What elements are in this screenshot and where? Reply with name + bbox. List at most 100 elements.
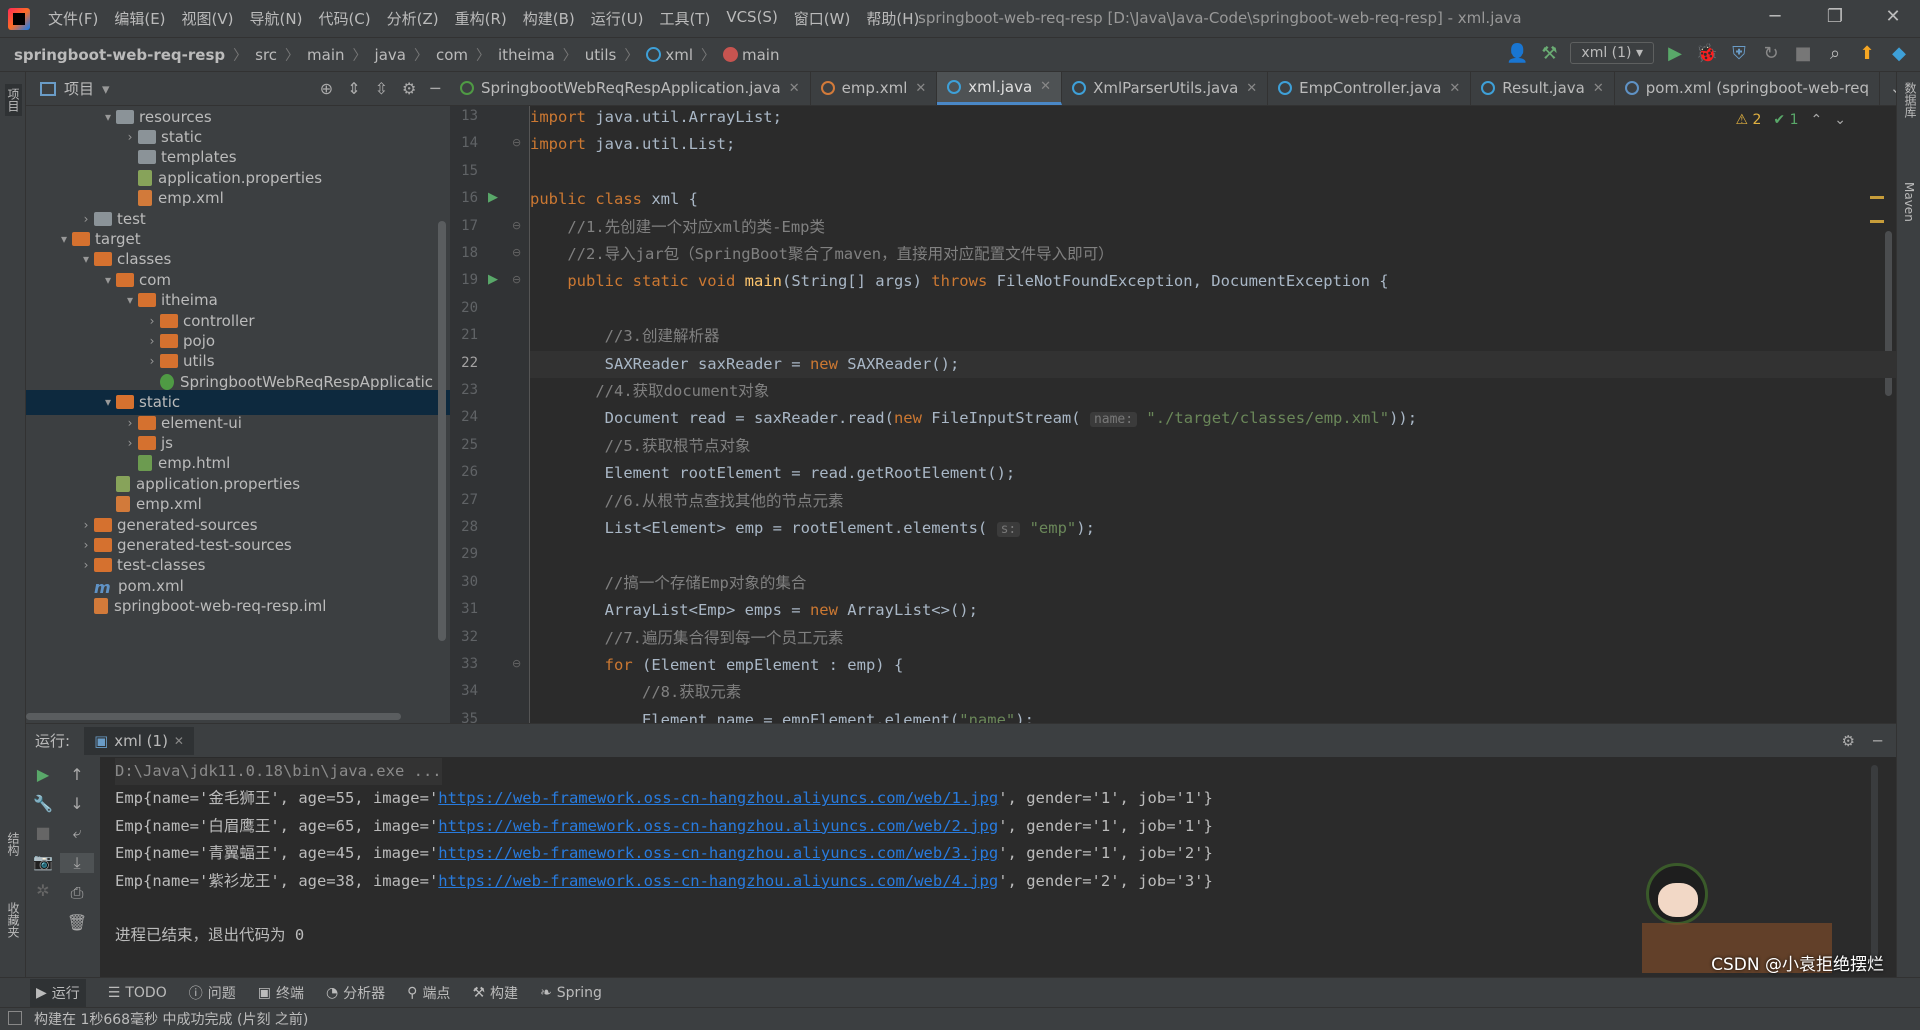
console-link[interactable]: https://web-framework.oss-cn-hangzhou.al… [438, 817, 998, 835]
locate-icon[interactable]: ⊕ [320, 79, 333, 98]
soft-wrap-icon[interactable]: ⤶ [60, 823, 94, 843]
menu-item[interactable]: 代码(C) [310, 8, 378, 29]
editor-tab[interactable]: emp.xml ✕ [811, 72, 938, 105]
bottom-tab-spring[interactable]: ❧ Spring [540, 985, 602, 1001]
fold-marker-icon[interactable]: ⊖ [512, 136, 521, 149]
warning-stripe-mark[interactable] [1870, 220, 1884, 223]
menu-item[interactable]: 视图(V) [174, 8, 242, 29]
close-icon[interactable]: ✕ [1878, 6, 1908, 27]
tree-node[interactable]: springboot-web-req-resp.iml [78, 594, 326, 619]
stop-icon[interactable]: ■ [1792, 42, 1814, 64]
chevron-down-icon[interactable]: ▾ [100, 110, 116, 124]
update-icon[interactable]: ⬆ [1856, 42, 1878, 64]
debug-icon[interactable]: 🐞 [1696, 42, 1718, 64]
editor-tab[interactable]: SpringbootWebReqRespApplication.java ✕ [450, 72, 811, 105]
menu-item[interactable]: 构建(B) [515, 8, 583, 29]
menu-item[interactable]: 窗口(W) [786, 8, 859, 29]
menu-item[interactable]: 工具(T) [651, 8, 718, 29]
chevron-right-icon[interactable]: › [122, 130, 138, 144]
breadcrumb-item[interactable]: java [375, 46, 406, 64]
chevron-down-icon[interactable]: ▾ [100, 273, 116, 287]
chevron-down-icon[interactable]: ▾ [78, 252, 94, 266]
warning-indicator[interactable]: ⚠ 2 [1735, 112, 1761, 128]
close-tab-icon[interactable]: ✕ [915, 81, 926, 96]
scroll-to-end-icon[interactable]: ⤓ [60, 853, 94, 873]
chevron-right-icon[interactable]: › [144, 314, 160, 328]
breadcrumb-item[interactable]: springboot-web-req-resp [14, 46, 225, 64]
chevron-down-icon[interactable]: ▾ [56, 232, 72, 246]
print-icon[interactable]: ⎙ [60, 883, 94, 903]
structure-tool-button[interactable]: 结构 [5, 832, 22, 856]
breadcrumb-item[interactable]: xml [646, 46, 693, 64]
close-tab-icon[interactable]: ✕ [1246, 81, 1257, 96]
fold-marker-icon[interactable]: ⊖ [512, 657, 521, 670]
gear-icon[interactable]: ⚙ [402, 79, 416, 98]
chevron-right-icon[interactable]: › [122, 436, 138, 450]
console-scrollbar[interactable] [1871, 765, 1878, 965]
plugin-icon[interactable]: ◆ [1888, 42, 1910, 64]
menu-item[interactable]: 运行(U) [583, 8, 652, 29]
trash-icon[interactable]: 🗑 [60, 913, 94, 932]
code-editor[interactable]: ⚠ 2 ✔ 1 ⌃ ⌄ import java.util.ArrayList; i… [530, 106, 1896, 723]
fold-marker-icon[interactable]: ⊖ [512, 273, 521, 286]
editor-tab[interactable]: EmpController.java ✕ [1268, 72, 1472, 105]
project-tool-button[interactable]: 项目 [5, 84, 22, 116]
close-tab-icon[interactable]: ✕ [174, 734, 184, 748]
console-link[interactable]: https://web-framework.oss-cn-hangzhou.al… [438, 844, 998, 862]
menu-item[interactable]: VCS(S) [718, 8, 785, 29]
breadcrumb-item[interactable]: utils [585, 46, 617, 64]
ok-indicator[interactable]: ✔ 1 [1773, 112, 1798, 128]
hide-icon[interactable]: ─ [430, 79, 440, 98]
run-gutter-icon[interactable]: ▶ [488, 272, 498, 287]
editor-tab[interactable]: Result.java ✕ [1471, 72, 1615, 105]
chevron-down-icon[interactable]: ▾ [100, 395, 116, 409]
close-tab-icon[interactable]: ✕ [1449, 81, 1460, 96]
camera-icon[interactable]: 📷 [26, 852, 60, 871]
gear-icon[interactable]: ⚙ [1842, 732, 1855, 750]
console-link[interactable]: https://web-framework.oss-cn-hangzhou.al… [438, 789, 998, 807]
close-tab-icon[interactable]: ✕ [1593, 81, 1604, 96]
coverage-icon[interactable]: ⛨ [1728, 42, 1750, 64]
breadcrumb-item[interactable]: src [255, 46, 277, 64]
bottom-tab-problems[interactable]: ⓘ 问题 [189, 983, 236, 1003]
fold-marker-icon[interactable]: ⊖ [512, 219, 521, 232]
project-panel-title[interactable]: 项目 [64, 78, 94, 99]
run-config-select[interactable]: xml (1) ▾ [1570, 42, 1654, 64]
bottom-tab-endpoints[interactable]: ⚲ 端点 [407, 983, 450, 1003]
editor-tab[interactable]: pom.xml (springboot-web-req [1615, 72, 1880, 105]
build-hammer-icon[interactable]: ⚒ [1538, 42, 1560, 64]
run-icon[interactable]: ▶ [1664, 42, 1686, 64]
fold-marker-icon[interactable]: ⊖ [512, 246, 521, 259]
collapse-all-icon[interactable]: ⇳ [375, 79, 388, 98]
chevron-down-icon[interactable]: ▾ [122, 293, 138, 307]
bottom-tab-profiler[interactable]: ◔ 分析器 [326, 983, 385, 1003]
chevron-right-icon[interactable]: › [78, 212, 94, 226]
run-gutter-icon[interactable]: ▶ [488, 190, 498, 205]
menu-item[interactable]: 帮助(H) [858, 8, 927, 29]
breadcrumb-item[interactable]: itheima [498, 46, 555, 64]
chevron-down-icon[interactable]: ▾ [102, 80, 110, 98]
maven-tool-button[interactable]: Maven [1902, 182, 1916, 222]
breadcrumb-item[interactable]: com [436, 46, 468, 64]
chevron-right-icon[interactable]: › [122, 416, 138, 430]
editor-tab[interactable]: xml.java ✕ [937, 72, 1063, 105]
profile-icon[interactable]: ↻ [1760, 42, 1782, 64]
close-tab-icon[interactable]: ✕ [1040, 79, 1051, 94]
bottom-tab-run[interactable]: ▶ 运行 [30, 978, 86, 1007]
breadcrumb-item[interactable]: main [307, 46, 344, 64]
run-tab[interactable]: ▣ xml (1) ✕ [84, 726, 194, 755]
expand-all-icon[interactable]: ⇕ [347, 79, 360, 98]
console-output[interactable]: CSDN @小袁拒绝摆烂 D:\Java\jdk11.0.18\bin\java… [100, 757, 1896, 977]
restore-icon[interactable]: ❐ [1820, 6, 1850, 27]
hide-icon[interactable]: ─ [1873, 732, 1882, 750]
editor-tab[interactable]: XmlParserUtils.java ✕ [1062, 72, 1269, 105]
next-highlight-icon[interactable]: ⌄ [1834, 112, 1846, 128]
bottom-tab-todo[interactable]: ☰ TODO [108, 985, 167, 1001]
bottom-tab-terminal[interactable]: ▣ 终端 [258, 983, 304, 1003]
settings-icon[interactable]: ✲ [26, 881, 60, 900]
chevron-right-icon[interactable]: › [78, 558, 94, 572]
favorites-tool-button[interactable]: 收藏夹 [5, 902, 22, 938]
menu-item[interactable]: 编辑(E) [106, 8, 173, 29]
warning-stripe-mark[interactable] [1870, 196, 1884, 199]
menu-item[interactable]: 导航(N) [242, 8, 311, 29]
